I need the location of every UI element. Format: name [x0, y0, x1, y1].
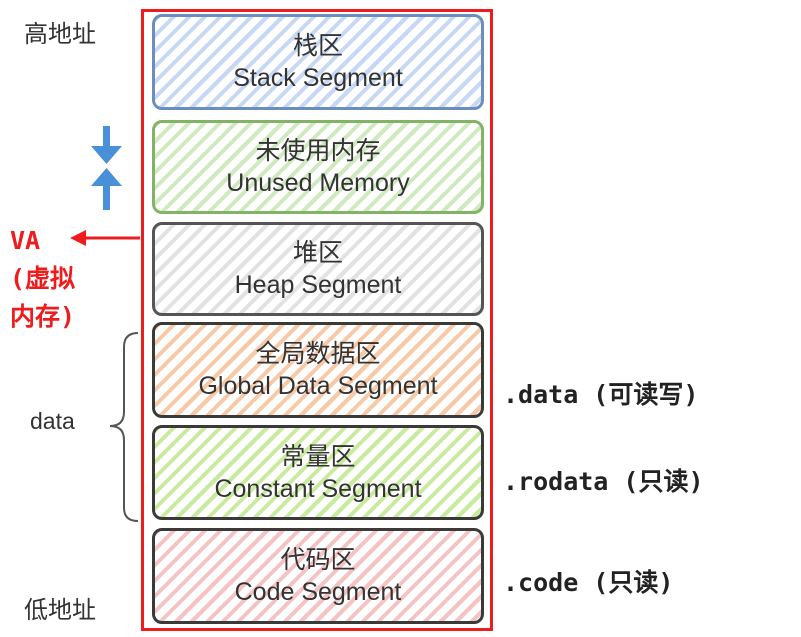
va-arrow-icon — [70, 230, 140, 246]
data-brace — [109, 332, 139, 522]
arrow-up-icon — [91, 168, 122, 210]
diagram-overlay — [70, 126, 140, 522]
arrow-down-icon — [91, 126, 122, 164]
